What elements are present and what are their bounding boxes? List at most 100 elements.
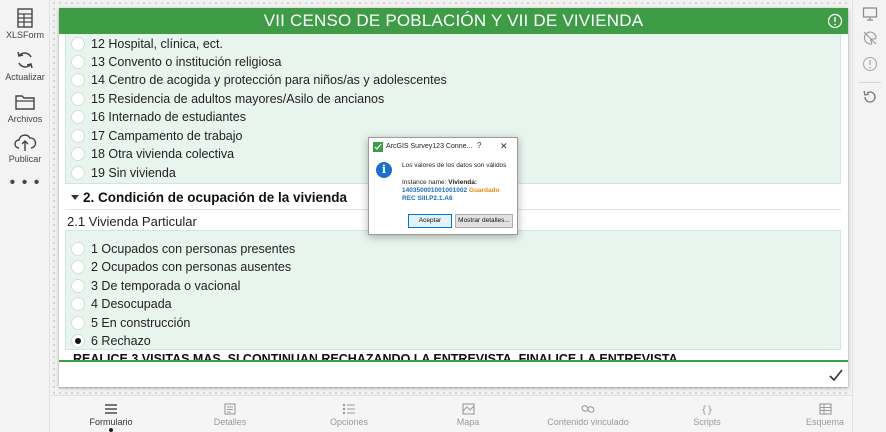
- files-label: Archivos: [7, 114, 43, 124]
- radio-button[interactable]: [71, 36, 85, 51]
- radio-button[interactable]: [71, 315, 85, 330]
- option-1[interactable]: 1 Ocupados con personas presentes: [71, 240, 295, 258]
- dialog-titlebar[interactable]: ArcGIS Survey123 Conne... ? ✕: [369, 138, 517, 156]
- option-18[interactable]: 18 Otra vivienda colectiva: [71, 145, 234, 163]
- info-icon: i: [376, 162, 392, 178]
- scripts-icon: {}: [701, 405, 713, 415]
- palette-off-icon: [863, 31, 877, 45]
- option-label: 19 Sin vivienda: [91, 166, 176, 180]
- option-label: 3 De temporada o vacional: [91, 279, 241, 293]
- survey-title: VII CENSO DE POBLACIÓN Y VII DE VIVIENDA: [263, 11, 644, 30]
- tab-contenido-vinculado[interactable]: Contenido vinculado: [541, 396, 635, 432]
- radio-button[interactable]: [71, 128, 85, 143]
- help-icon[interactable]: ?: [477, 141, 481, 151]
- alert-icon[interactable]: [827, 13, 843, 29]
- folder-icon: [15, 95, 35, 110]
- option-3[interactable]: 3 De temporada o vacional: [71, 277, 240, 295]
- radio-button[interactable]: [71, 72, 85, 87]
- validation-dialog: ArcGIS Survey123 Conne... ? ✕ i Los valo…: [368, 137, 518, 235]
- bottom-tab-bar: Formulario Detalles Opciones Mapa Conten…: [51, 395, 852, 432]
- options-icon: [342, 403, 355, 415]
- instance-status: Guardado: [468, 187, 500, 194]
- style-button[interactable]: [853, 30, 886, 46]
- tab-label: Scripts: [693, 417, 721, 427]
- option-6[interactable]: 6 Rechazo: [71, 332, 151, 350]
- spreadsheet-icon: [17, 8, 33, 28]
- refresh-label: Actualizar: [5, 72, 45, 82]
- radio-button[interactable]: [71, 278, 85, 293]
- accept-button[interactable]: Aceptar: [408, 214, 452, 228]
- tab-esquema[interactable]: Esquema: [802, 396, 848, 432]
- survey-header: VII CENSO DE POBLACIÓN Y VII DE VIVIENDA: [59, 8, 848, 34]
- xlsform-button[interactable]: XLSForm: [0, 8, 50, 40]
- preview-button[interactable]: [853, 6, 886, 22]
- info-button[interactable]: [853, 56, 886, 72]
- option-label: 14 Centro de acogida y protección para n…: [91, 73, 447, 87]
- option-15[interactable]: 15 Residencia de adultos mayores/Asilo d…: [71, 90, 384, 108]
- dialog-message: Los valores de los datos son válidos: [402, 162, 507, 169]
- publish-label: Publicar: [8, 154, 42, 164]
- cloud-upload-icon: [14, 134, 37, 151]
- instance-line-3: REC SIII.P2.1.A6: [402, 195, 453, 203]
- tab-scripts[interactable]: {} Scripts: [684, 396, 730, 432]
- radio-button[interactable]: [71, 54, 85, 69]
- left-toolbar: XLSForm Actualizar Archivos Publicar • •…: [0, 0, 50, 432]
- files-button[interactable]: Archivos: [0, 92, 50, 124]
- radio-button[interactable]: [71, 91, 85, 106]
- option-label: 4 Desocupada: [91, 297, 172, 311]
- tab-formulario[interactable]: Formulario: [85, 396, 137, 432]
- tab-label: Opciones: [329, 417, 369, 427]
- option-14[interactable]: 14 Centro de acogida y protección para n…: [71, 71, 447, 89]
- link-icon: [581, 405, 595, 413]
- radio-button[interactable]: [71, 109, 85, 124]
- option-19[interactable]: 19 Sin vivienda: [71, 164, 176, 182]
- details-icon: [224, 403, 236, 415]
- radio-button[interactable]: [71, 146, 85, 161]
- tab-label: Esquema: [805, 417, 845, 427]
- tab-mapa[interactable]: Mapa: [445, 396, 491, 432]
- instance-ref: REC SIII.P2.1.A6: [402, 195, 453, 202]
- option-label: 12 Hospital, clínica, ect.: [91, 37, 224, 51]
- radio-button[interactable]: [71, 165, 85, 180]
- tab-label: Mapa: [456, 417, 480, 427]
- survey-footer: [59, 360, 848, 387]
- option-17[interactable]: 17 Campamento de trabajo: [71, 127, 242, 145]
- right-toolbar: [852, 0, 886, 432]
- svg-text:{}: {}: [701, 405, 713, 415]
- dialog-title: ArcGIS Survey123 Conne...: [386, 143, 473, 150]
- refresh-button[interactable]: Actualizar: [0, 50, 50, 82]
- option-label: 18 Otra vivienda colectiva: [91, 147, 235, 161]
- more-button[interactable]: • • •: [0, 174, 50, 192]
- instance-line-1: Instance name: Vivienda:: [402, 179, 477, 187]
- option-16[interactable]: 16 Internado de estudiantes: [71, 108, 246, 126]
- option-4[interactable]: 4 Desocupada: [71, 295, 172, 313]
- close-icon[interactable]: ✕: [500, 141, 508, 151]
- collapse-caret-icon[interactable]: [71, 195, 79, 200]
- instance-line-2: 14035000100100100​2 Guardado: [402, 187, 500, 195]
- question-2-1-label: 2.1 Vivienda Particular: [67, 214, 197, 229]
- instance-id: 14035000100100100​2: [402, 187, 468, 194]
- schema-icon: [818, 403, 832, 415]
- option-label: 15 Residencia de adultos mayores/Asilo d…: [91, 92, 385, 106]
- publish-button[interactable]: Publicar: [0, 132, 50, 164]
- instruction-text: REALICE 3 VISITAS MAS, SI CONTINUAN RECH…: [73, 353, 678, 360]
- history-icon: [863, 90, 876, 103]
- instance-label: Instance name:: [402, 179, 447, 186]
- show-details-button[interactable]: Mostrar detalles...: [455, 214, 513, 228]
- active-tab-indicator: [109, 428, 113, 432]
- radio-button-selected[interactable]: [71, 333, 85, 348]
- form-icon: [105, 404, 117, 414]
- radio-button[interactable]: [71, 259, 85, 274]
- option-12[interactable]: 12 Hospital, clínica, ect.: [71, 35, 223, 53]
- tab-opciones[interactable]: Opciones: [326, 396, 372, 432]
- option-5[interactable]: 5 En construcción: [71, 314, 190, 332]
- option-label: 6 Rechazo: [91, 334, 151, 348]
- submit-check-icon[interactable]: [828, 367, 844, 383]
- radio-button[interactable]: [71, 241, 85, 256]
- tab-detalles[interactable]: Detalles: [207, 396, 253, 432]
- instance-name: Vivienda:: [448, 179, 478, 186]
- option-13[interactable]: 13 Convento o institución religiosa: [71, 53, 281, 71]
- option-2[interactable]: 2 Ocupados con personas ausentes: [71, 258, 291, 276]
- radio-button[interactable]: [71, 296, 85, 311]
- reload-button[interactable]: [853, 89, 886, 105]
